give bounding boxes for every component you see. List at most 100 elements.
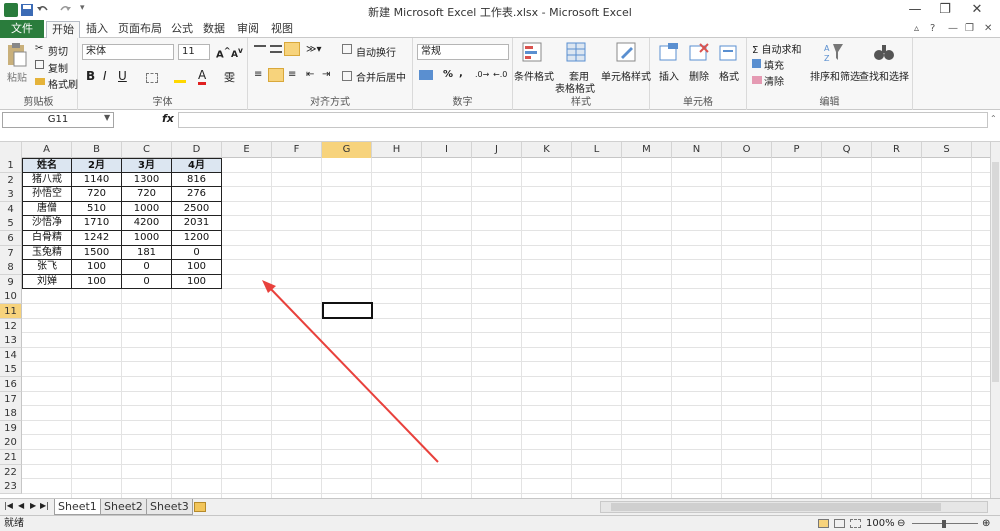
tab-formulas[interactable]: 公式 xyxy=(168,21,196,38)
font-color-icon[interactable]: A xyxy=(198,68,207,85)
fill-icon xyxy=(752,59,761,68)
sheet-tab-2[interactable]: Sheet2 xyxy=(100,499,147,515)
format-painter-icon xyxy=(35,78,45,85)
font-size-select[interactable]: 11 xyxy=(178,44,210,60)
italic-button[interactable]: I xyxy=(103,69,107,83)
align-bottom-icon[interactable] xyxy=(284,42,300,56)
cells-group-label: 单元格 xyxy=(683,97,713,108)
help-icon[interactable]: ? xyxy=(930,23,935,34)
copy-button[interactable]: 复制 xyxy=(48,60,68,75)
horizontal-scrollbar[interactable] xyxy=(600,501,988,513)
tab-file[interactable]: 文件 xyxy=(0,20,44,38)
phonetic-icon[interactable]: 雯 xyxy=(224,69,235,85)
sheet-tab-3[interactable]: Sheet3 xyxy=(146,499,193,515)
grow-font-icon[interactable]: A^ xyxy=(216,45,231,60)
expand-formula-bar-icon[interactable]: ⌃ xyxy=(990,114,997,123)
insert-function-button[interactable]: fx xyxy=(162,112,174,125)
name-box-dropdown-icon[interactable]: ▼ xyxy=(104,113,110,122)
autosum-button[interactable]: Σ 自动求和 xyxy=(752,41,802,56)
bold-button[interactable]: B xyxy=(86,69,95,83)
align-right-icon[interactable]: ≡ xyxy=(288,69,296,80)
increase-decimal-icon[interactable]: .0→ xyxy=(475,70,489,79)
tab-insert[interactable]: 插入 xyxy=(82,21,112,38)
workbook-close-icon[interactable]: ✕ xyxy=(984,23,992,34)
page-layout-view-icon[interactable] xyxy=(834,519,845,528)
close-button[interactable]: ✕ xyxy=(962,0,992,20)
fill-button[interactable]: 填充 xyxy=(764,57,784,72)
status-ready: 就绪 xyxy=(4,518,24,529)
insert-cells-icon xyxy=(659,43,678,61)
increase-indent-icon[interactable]: ⇥ xyxy=(322,69,330,80)
clear-button[interactable]: 清除 xyxy=(764,73,784,88)
last-sheet-nav-icon[interactable]: ▶| xyxy=(40,501,49,510)
sort-filter-button[interactable]: 排序和筛选 xyxy=(810,68,860,83)
name-box[interactable]: G11 xyxy=(2,112,114,128)
next-sheet-nav-icon[interactable]: ▶ xyxy=(30,501,36,510)
border-icon[interactable] xyxy=(146,73,158,83)
svg-text:Z: Z xyxy=(824,54,830,63)
workbook-minimize-icon[interactable]: — xyxy=(948,23,958,34)
minimize-ribbon-icon[interactable]: ▵ xyxy=(914,23,919,34)
scissors-icon: ✂ xyxy=(35,43,44,54)
format-painter-button[interactable]: 格式刷 xyxy=(48,76,78,91)
orientation-icon[interactable]: ≫▾ xyxy=(306,44,322,55)
align-top-icon[interactable] xyxy=(254,45,266,53)
align-left-icon[interactable]: ≡ xyxy=(254,69,262,80)
insert-sheet-icon[interactable] xyxy=(194,502,206,512)
sheet-tab-1[interactable]: Sheet1 xyxy=(54,499,101,515)
number-format-select[interactable]: 常规 xyxy=(417,44,509,60)
font-name-select[interactable]: 宋体 xyxy=(82,44,174,60)
align-middle-icon[interactable] xyxy=(270,45,282,53)
zoom-level[interactable]: 100% xyxy=(866,516,895,531)
paste-icon[interactable] xyxy=(6,42,28,68)
decrease-decimal-icon[interactable]: ←.0 xyxy=(493,70,507,79)
normal-view-icon[interactable] xyxy=(818,519,829,528)
formula-input[interactable] xyxy=(178,112,988,128)
delete-cells-button[interactable]: 删除 xyxy=(689,68,709,83)
vertical-scroll-thumb[interactable] xyxy=(992,162,999,382)
comma-button[interactable]: , xyxy=(459,68,463,79)
first-sheet-nav-icon[interactable]: |◀ xyxy=(4,501,13,510)
merge-center-button[interactable]: 合并后居中 xyxy=(356,69,406,84)
format-cells-button[interactable]: 格式 xyxy=(719,68,739,83)
align-center-icon[interactable] xyxy=(268,68,284,82)
eraser-icon xyxy=(752,76,762,84)
prev-sheet-nav-icon[interactable]: ◀ xyxy=(18,501,24,510)
workbook-restore-icon[interactable]: ❐ xyxy=(965,23,974,34)
tab-page-layout[interactable]: 页面布局 xyxy=(116,21,164,38)
page-break-view-icon[interactable] xyxy=(850,519,861,528)
sheet-tabs-bar: |◀ ◀ ▶ ▶| Sheet1 Sheet2 Sheet3 xyxy=(0,498,1000,515)
clipboard-group-label: 剪贴板 xyxy=(23,97,54,108)
font-group-label: 字体 xyxy=(152,97,173,108)
ribbon: 粘贴 ✂ 剪切 复制 格式刷 剪贴板 宋体 11 A^ Av B I U A 雯… xyxy=(0,38,1000,110)
zoom-slider-thumb[interactable] xyxy=(942,520,946,528)
fill-color-icon[interactable] xyxy=(174,73,186,83)
horizontal-scroll-thumb[interactable] xyxy=(611,503,941,511)
tab-home[interactable]: 开始 xyxy=(46,21,80,38)
percent-button[interactable]: % xyxy=(443,69,453,80)
annotation-arrow xyxy=(262,280,439,463)
accounting-format-icon[interactable] xyxy=(419,70,433,80)
paste-button[interactable]: 粘贴 xyxy=(7,69,27,84)
zoom-out-icon[interactable]: ⊖ xyxy=(897,516,905,531)
restore-button[interactable]: ❐ xyxy=(930,0,960,20)
tab-data[interactable]: 数据 xyxy=(200,21,228,38)
formula-bar: G11 ▼ fx ⌃ xyxy=(0,110,1000,142)
window-title: 新建 Microsoft Excel 工作表.xlsx - Microsoft … xyxy=(368,6,632,19)
tab-view[interactable]: 视图 xyxy=(268,21,296,38)
wrap-text-button[interactable]: 自动换行 xyxy=(356,44,396,59)
conditional-format-button[interactable]: 条件格式 xyxy=(514,68,554,83)
zoom-in-icon[interactable]: ⊕ xyxy=(982,516,990,531)
tab-review[interactable]: 审阅 xyxy=(234,21,262,38)
worksheet-grid[interactable]: ABCDEFGHIJKLMNOPQRS 1 2 3 4 5 6 7 8 9 10 11 12 13 14 1… xyxy=(0,142,990,498)
shrink-font-icon[interactable]: Av xyxy=(231,46,243,60)
insert-cells-button[interactable]: 插入 xyxy=(659,68,679,83)
cell-styles-icon xyxy=(616,42,636,62)
cut-button[interactable]: 剪切 xyxy=(48,43,68,58)
decrease-indent-icon[interactable]: ⇤ xyxy=(306,69,314,80)
find-select-button[interactable]: 查找和选择 xyxy=(859,68,909,83)
underline-button[interactable]: U xyxy=(118,69,127,83)
cell-styles-button[interactable]: 单元格样式 xyxy=(601,68,651,83)
vertical-scrollbar[interactable] xyxy=(990,142,1000,498)
minimize-button[interactable]: — xyxy=(900,0,930,20)
